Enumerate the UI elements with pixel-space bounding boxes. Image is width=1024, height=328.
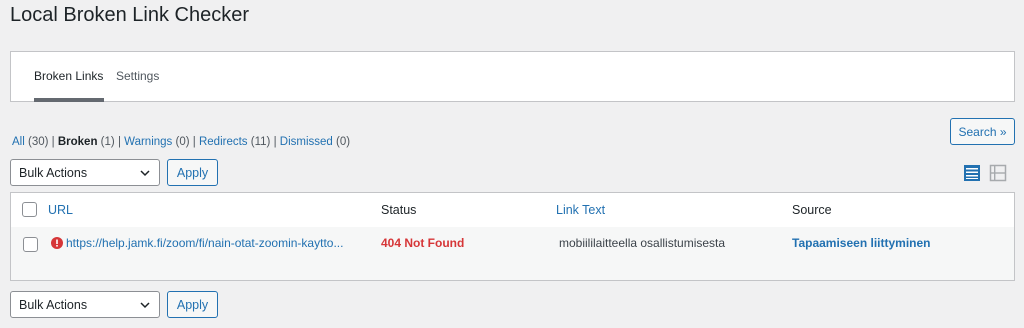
filter-redirects-count: (11)	[250, 136, 271, 148]
chevron-down-icon	[140, 302, 150, 309]
chevron-down-icon	[140, 170, 150, 177]
filter-redirects-link[interactable]: Redirects	[199, 136, 248, 148]
column-status: Status	[381, 203, 417, 217]
filter-separator: |	[192, 136, 196, 148]
filter-separator: |	[273, 136, 277, 148]
apply-button-bottom[interactable]: Apply	[167, 291, 218, 318]
filter-broken-current[interactable]: Broken	[58, 136, 98, 148]
url-cell: https://help.jamk.fi/zoom/fi/nain-otat-z…	[51, 236, 343, 250]
table-header: URL Status Link Text Source	[11, 193, 1014, 228]
tabs-panel: Broken Links Settings	[10, 51, 1015, 102]
tab-settings[interactable]: Settings	[116, 69, 159, 83]
apply-button-top[interactable]: Apply	[167, 159, 218, 186]
table-row: https://help.jamk.fi/zoom/fi/nain-otat-z…	[11, 227, 1014, 280]
filter-all-link[interactable]: All	[12, 136, 25, 148]
bulk-actions-select-bottom[interactable]: Bulk Actions	[10, 291, 160, 318]
column-url-sort[interactable]: URL	[48, 203, 73, 217]
excerpt-view-icon[interactable]	[989, 164, 1007, 182]
broken-url-link[interactable]: https://help.jamk.fi/zoom/fi/nain-otat-z…	[66, 236, 343, 250]
filter-dismissed-link[interactable]: Dismissed	[280, 136, 333, 148]
list-view-icon[interactable]	[963, 164, 981, 182]
filter-warnings-link[interactable]: Warnings	[124, 136, 172, 148]
filter-separator: |	[117, 136, 121, 148]
status-badge: 404 Not Found	[381, 236, 465, 250]
filter-broken-count: (1)	[100, 136, 115, 148]
status-filter-links: All (30) | Broken (1) | Warnings (0) | R…	[12, 136, 350, 148]
error-icon	[51, 237, 63, 249]
filter-dismissed-count: (0)	[336, 136, 351, 148]
search-button[interactable]: Search »	[950, 118, 1015, 145]
source-post-link[interactable]: Tapaamiseen liittyminen	[792, 236, 931, 250]
tab-broken-links[interactable]: Broken Links	[34, 69, 105, 102]
bulk-actions-selected: Bulk Actions	[19, 165, 88, 180]
filter-warnings-count: (0)	[175, 136, 190, 148]
page-title: Local Broken Link Checker	[10, 4, 250, 26]
row-checkbox[interactable]	[23, 237, 38, 252]
column-source: Source	[792, 203, 832, 217]
select-all-checkbox[interactable]	[22, 202, 37, 217]
filter-all-count: (30)	[27, 136, 49, 148]
column-link-text-sort[interactable]: Link Text	[556, 203, 605, 217]
link-text-cell: mobiililaitteella osallistumisesta	[559, 236, 726, 250]
broken-links-table: URL Status Link Text Source https://help…	[10, 192, 1015, 281]
bulk-actions-selected: Bulk Actions	[19, 297, 88, 312]
bulk-actions-select-top[interactable]: Bulk Actions	[10, 159, 160, 186]
filter-separator: |	[51, 136, 55, 148]
